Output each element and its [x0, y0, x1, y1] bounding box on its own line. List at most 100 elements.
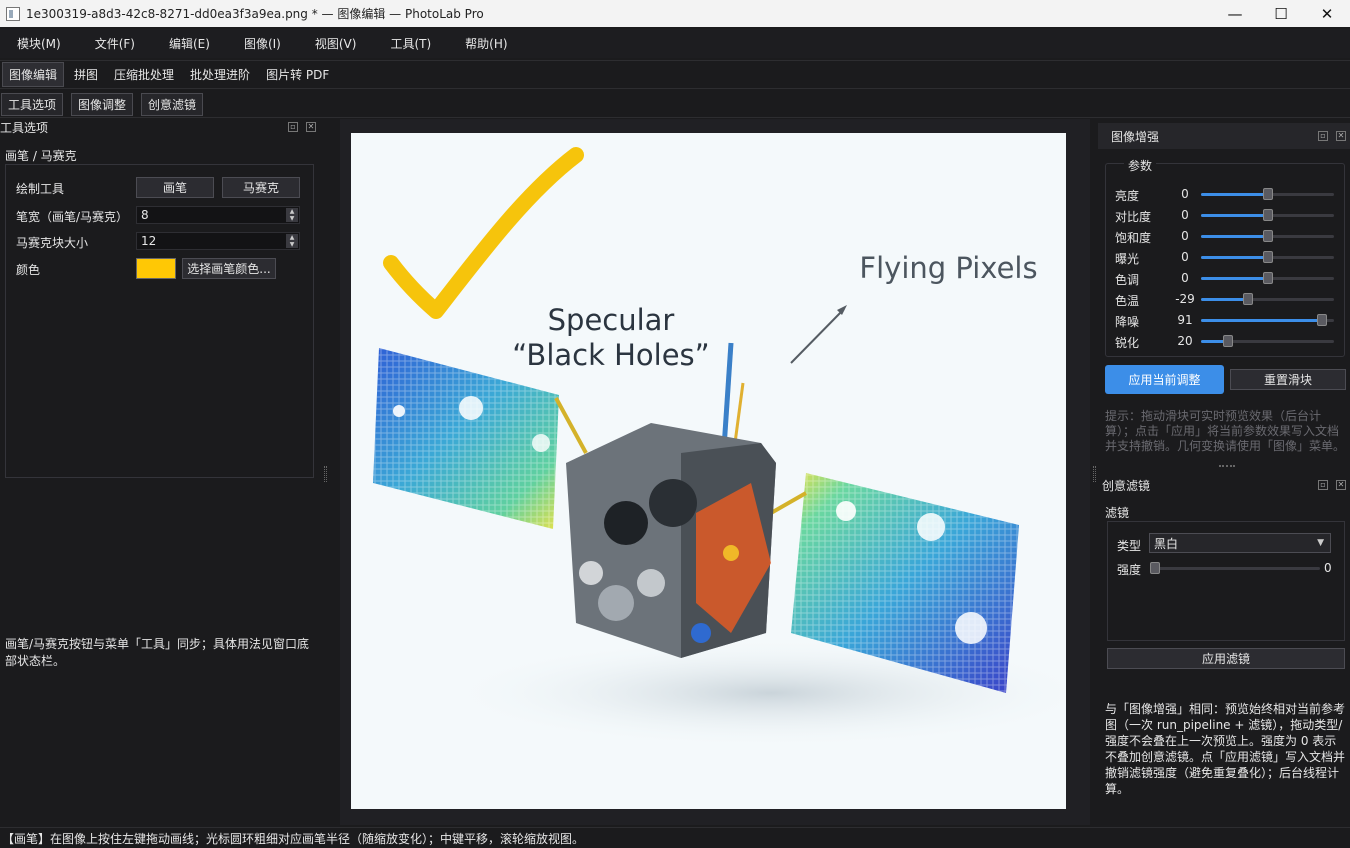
filter-strength-slider[interactable]	[1150, 562, 1320, 574]
param-slider[interactable]	[1201, 188, 1334, 200]
color-swatch[interactable]	[136, 258, 176, 279]
brush-width-label: 笔宽（画笔/马赛克）	[16, 210, 129, 224]
brush-width-spinbox[interactable]: 8 ▲ ▼	[136, 206, 300, 224]
slider-handle[interactable]	[1150, 562, 1160, 574]
brush-button[interactable]: 画笔	[136, 177, 214, 198]
toggle-tool-options[interactable]: 工具选项	[1, 92, 64, 116]
filter-header: 创意滤镜 ▫ ✕	[1102, 477, 1350, 493]
tab-collage[interactable]: 拼图	[68, 63, 104, 86]
close-icon[interactable]: ✕	[306, 122, 316, 132]
slider-fill	[1201, 193, 1268, 196]
reset-sliders-button[interactable]: 重置滑块	[1230, 369, 1346, 390]
annotation-specular: Specular	[547, 303, 675, 337]
chevron-down-icon: ▼	[1317, 538, 1324, 548]
menu-file[interactable]: 文件(F)	[84, 35, 146, 52]
slider-handle[interactable]	[1263, 272, 1273, 284]
tab-compress-batch[interactable]: 压缩批处理	[108, 63, 180, 86]
slider-handle[interactable]	[1263, 251, 1273, 263]
slider-handle[interactable]	[1223, 335, 1233, 347]
tool-options-header: 工具选项 ▫ ✕	[0, 119, 320, 135]
params-group-title: 参数	[1124, 157, 1157, 174]
menu-tools[interactable]: 工具(T)	[379, 35, 442, 52]
menu-bar: 模块(M) 文件(F) 编辑(E) 图像(I) 视图(V) 工具(T) 帮助(H…	[0, 29, 1350, 58]
mosaic-block-spinbox[interactable]: 12 ▲ ▼	[136, 232, 300, 250]
canvas-area[interactable]: Specular “Black Holes” Flying Pixels	[340, 119, 1090, 825]
slider-handle[interactable]	[1263, 230, 1273, 242]
param-row: 对比度 0	[1115, 206, 1345, 226]
slider-handle[interactable]	[1317, 314, 1327, 326]
param-label: 色温	[1115, 294, 1140, 308]
menu-help[interactable]: 帮助(H)	[454, 35, 518, 52]
apply-filter-button[interactable]: 应用滤镜	[1107, 648, 1345, 669]
slider-handle[interactable]	[1263, 188, 1273, 200]
filter-type-value: 黑白	[1154, 536, 1179, 551]
menu-edit[interactable]: 编辑(E)	[158, 35, 221, 52]
right-dock: 图像增强 ▫ ✕ 参数 亮度 0 对比度 0 饱和度 0 曝光 0 色调 0 色温 -29 降噪 91 锐化…	[1098, 119, 1350, 825]
menu-module[interactable]: 模块(M)	[6, 35, 72, 52]
slider-fill	[1201, 214, 1268, 217]
section-title: 画笔 / 马赛克	[5, 149, 77, 163]
tool-options-dock: 工具选项 ▫ ✕ 画笔 / 马赛克 绘制工具 画笔 马赛克 笔宽（画笔/马赛克）…	[0, 119, 320, 825]
apply-adjust-button[interactable]: 应用当前调整	[1105, 365, 1224, 394]
maximize-icon[interactable]: ☐	[1258, 0, 1304, 27]
window-title: 1e300319-a8d3-42c8-8271-dd0ea3f3a9ea.png…	[26, 7, 484, 21]
toggle-creative-filter[interactable]: 创意滤镜	[141, 92, 204, 116]
right-splitter-handle[interactable]	[1093, 466, 1096, 482]
mosaic-block-value: 12	[141, 234, 157, 248]
param-row: 曝光 0	[1115, 248, 1345, 268]
filter-type-select[interactable]: 黑白 ▼	[1149, 533, 1331, 553]
choose-color-button[interactable]: 选择画笔颜色...	[182, 258, 276, 279]
mosaic-button[interactable]: 马赛克	[222, 177, 300, 198]
toggle-image-adjust[interactable]: 图像调整	[71, 92, 134, 116]
filter-type-label: 类型	[1117, 539, 1142, 553]
menu-image[interactable]: 图像(I)	[233, 35, 292, 52]
left-splitter-handle[interactable]	[324, 466, 327, 482]
satellite-image	[351, 133, 1066, 809]
close-icon[interactable]: ✕	[1336, 131, 1346, 141]
slider-handle[interactable]	[1263, 209, 1273, 221]
close-icon[interactable]: ✕	[1304, 0, 1350, 27]
tool-options-note: 画笔/马赛克按钮与菜单「工具」同步；具体用法见窗口底部状态栏。	[5, 637, 310, 668]
menu-view[interactable]: 视图(V)	[304, 35, 368, 52]
param-row: 亮度 0	[1115, 185, 1345, 205]
param-slider[interactable]	[1201, 272, 1334, 284]
slider-handle[interactable]	[1243, 293, 1253, 305]
float-icon[interactable]: ▫	[1318, 131, 1328, 141]
image-canvas[interactable]: Specular “Black Holes” Flying Pixels	[351, 133, 1066, 809]
mosaic-block-label: 马赛克块大小	[16, 236, 89, 250]
status-bar: 【画笔】在图像上按住左键拖动画线；光标圆环粗细对应画笔半径（随缩放变化）；中键平…	[0, 827, 1350, 848]
param-label: 降噪	[1115, 315, 1140, 329]
dock-toggle-bar: 工具选项 图像调整 创意滤镜	[0, 91, 1350, 118]
param-label: 饱和度	[1115, 231, 1152, 245]
float-icon[interactable]: ▫	[1318, 480, 1328, 490]
filter-strength-value: 0	[1324, 561, 1332, 575]
spin-arrows-icon[interactable]: ▲ ▼	[286, 234, 298, 248]
tab-image-to-pdf[interactable]: 图片转 PDF	[260, 63, 335, 86]
param-slider[interactable]	[1201, 314, 1334, 326]
minimize-icon[interactable]: —	[1212, 0, 1258, 27]
title-bar: 1e300319-a8d3-42c8-8271-dd0ea3f3a9ea.png…	[0, 0, 1350, 27]
tab-image-edit[interactable]: 图像编辑	[2, 62, 65, 87]
spin-arrows-icon[interactable]: ▲ ▼	[286, 208, 298, 222]
filter-title: 创意滤镜	[1102, 478, 1151, 493]
enhance-header: 图像增强 ▫ ✕	[1098, 123, 1350, 149]
param-slider[interactable]	[1201, 335, 1334, 347]
param-slider[interactable]	[1201, 293, 1334, 305]
slider-fill	[1201, 298, 1248, 301]
param-slider[interactable]	[1201, 209, 1334, 221]
param-slider[interactable]	[1201, 230, 1334, 242]
param-row: 色温 -29	[1115, 290, 1345, 310]
param-row: 锐化 20	[1115, 332, 1345, 352]
brush-mosaic-group: 绘制工具 画笔 马赛克 笔宽（画笔/马赛克） 8 ▲ ▼ 马赛克块大小 12 ▲ ▼…	[5, 164, 314, 478]
module-tabs: 图像编辑 拼图 压缩批处理 批处理进阶 图片转 PDF	[0, 60, 1350, 89]
app-icon	[6, 6, 20, 21]
param-label: 锐化	[1115, 336, 1140, 350]
param-label: 曝光	[1115, 252, 1140, 266]
dock-splitter-handle[interactable]	[1219, 465, 1235, 467]
filter-strength-label: 强度	[1117, 563, 1142, 577]
param-row: 色调 0	[1115, 269, 1345, 289]
tab-batch-advanced[interactable]: 批处理进阶	[184, 63, 256, 86]
float-icon[interactable]: ▫	[288, 122, 298, 132]
close-icon[interactable]: ✕	[1336, 480, 1346, 490]
param-slider[interactable]	[1201, 251, 1334, 263]
